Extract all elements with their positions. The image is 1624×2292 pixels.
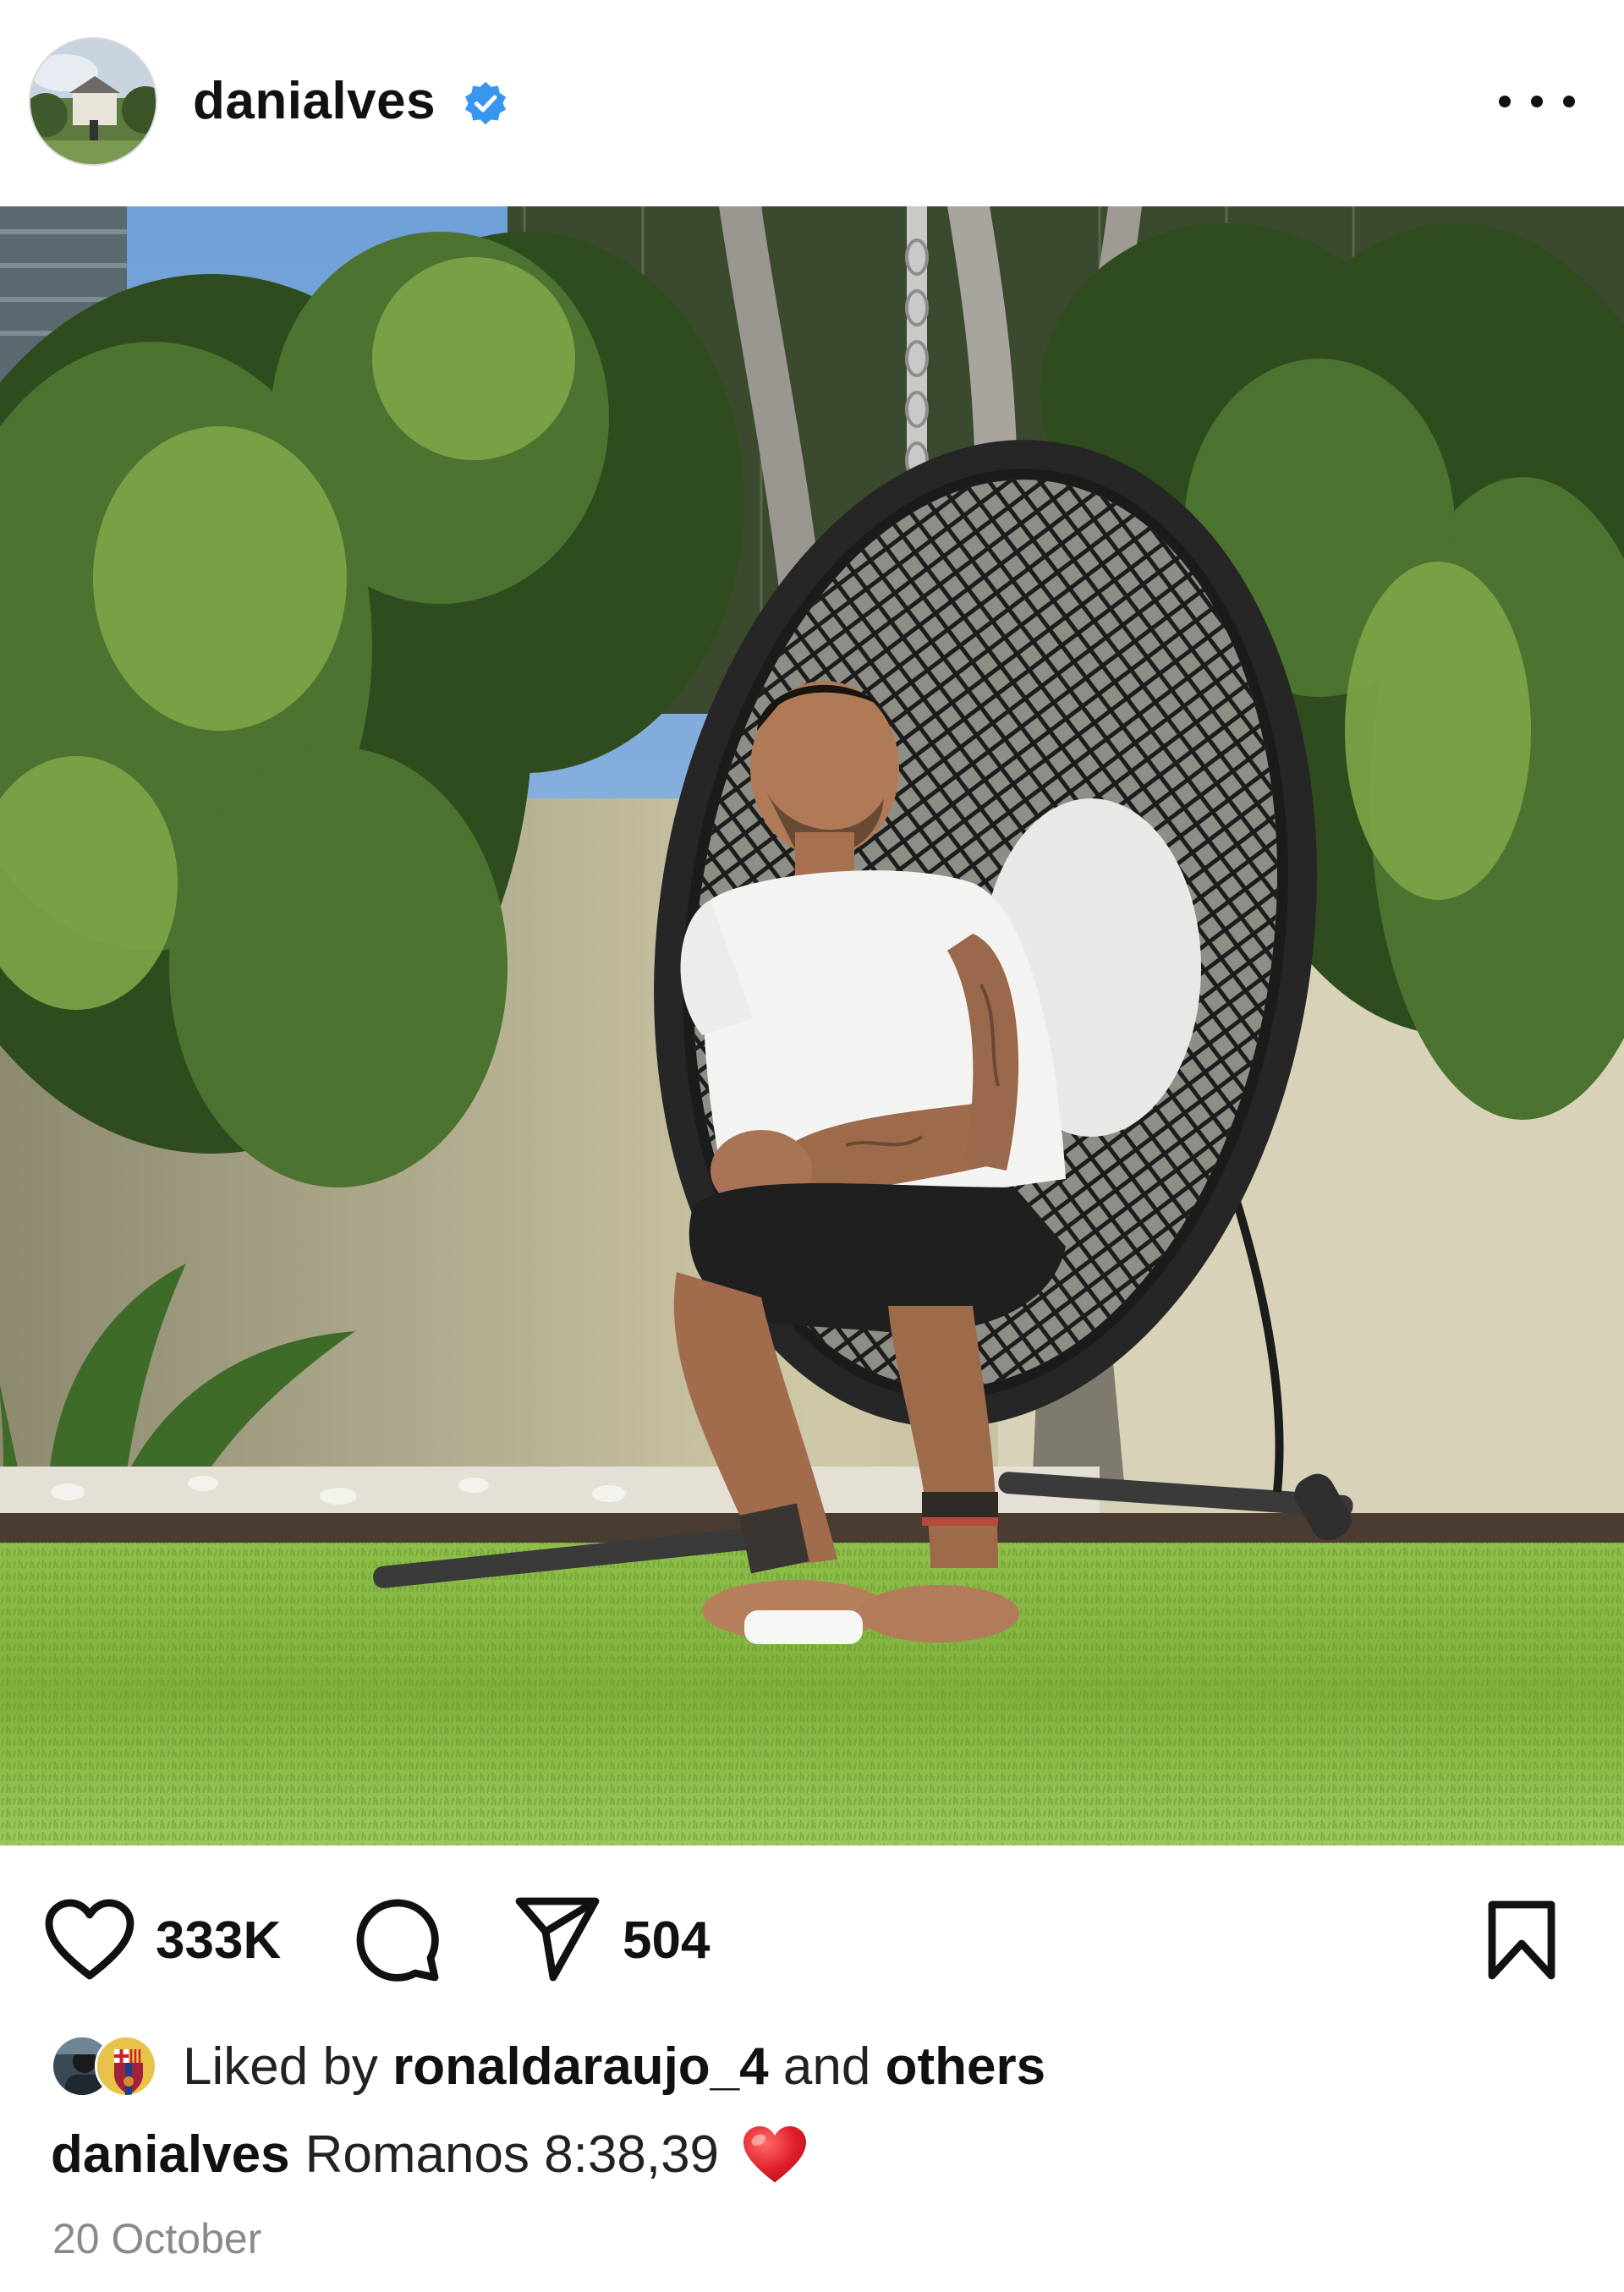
liked-by-joiner: and [782,2037,871,2096]
comment-button[interactable] [354,1896,442,1984]
like-count[interactable]: 333K [156,1911,281,1971]
liker-avatar-stack [49,2028,176,2104]
username[interactable]: danialves [193,59,436,144]
more-options-button[interactable] [1499,76,1575,127]
liked-by-text: Liked by ronaldaraujo_4 and others [183,2037,1045,2097]
verified-badge-icon [464,81,507,125]
liked-by-others-link[interactable]: others [886,2037,1045,2096]
liked-by-prefix: Liked by [183,2037,378,2096]
bookmark-outline-icon [1488,1900,1555,1980]
caption-text: Romanos 8:38,39 [304,2125,720,2184]
photo-illustration [0,206,1624,1845]
share-count[interactable]: 504 [623,1911,710,1971]
liked-by-row[interactable]: Liked by ronaldaraujo_4 and others [49,2028,1045,2104]
more-dot-icon [1563,96,1575,107]
post-date: 20 October [52,2215,262,2262]
share-button[interactable]: 504 [513,1894,710,1986]
more-dot-icon [1499,96,1511,107]
caption-username-link[interactable]: danialves [51,2113,290,2197]
post-caption: danialves Romanos 8:38,39 [51,2113,809,2197]
more-dot-icon [1531,96,1543,107]
post-photo[interactable] [0,206,1624,1845]
liked-by-user-link[interactable]: ronaldaraujo_4 [392,2037,768,2096]
avatar-image [30,39,156,164]
fc-crest-icon [97,2037,155,2095]
heart-outline-icon [45,1899,134,1980]
action-bar: 333K 504 [0,1845,1624,2032]
liker-avatar [95,2035,157,2097]
profile-avatar[interactable] [29,37,157,166]
comment-bubble-icon [356,1899,439,1982]
send-paper-plane-icon [515,1897,600,1982]
post-header: danialves [0,0,1624,206]
red-heart-emoji-icon [743,2125,807,2183]
like-button[interactable]: 333K [44,1898,281,1982]
save-button[interactable] [1485,1898,1558,1982]
